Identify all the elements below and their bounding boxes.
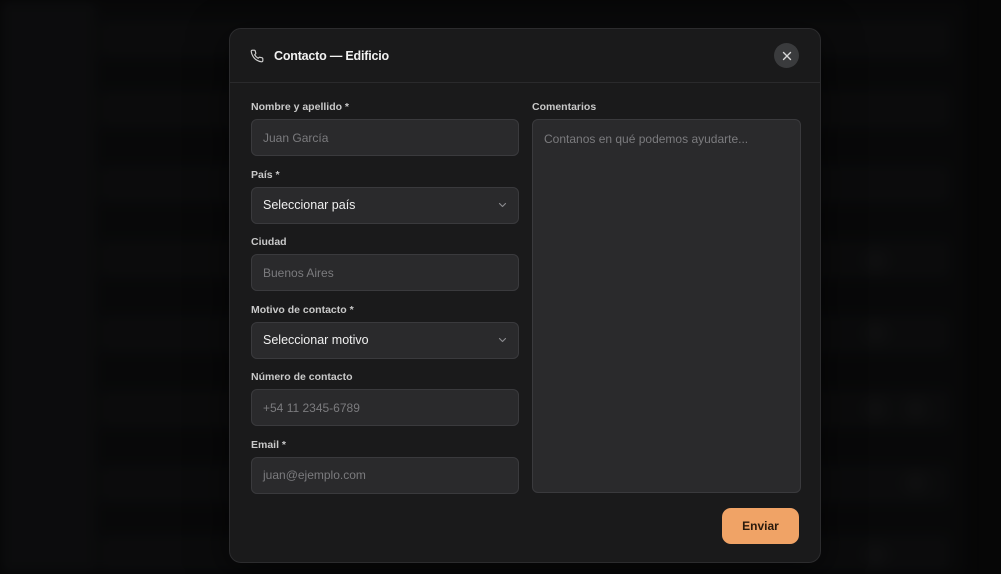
contact-form-left: Nombre y apellido * Juan García País * S… bbox=[251, 101, 519, 506]
modal-header: Contacto — Edificio bbox=[230, 29, 820, 83]
close-icon bbox=[782, 51, 791, 60]
city-field-group: Ciudad Buenos Aires bbox=[251, 236, 519, 304]
phone-label: Número de contacto bbox=[251, 371, 353, 383]
name-input[interactable]: Juan García bbox=[251, 119, 519, 156]
city-input[interactable]: Buenos Aires bbox=[251, 254, 519, 291]
country-select[interactable]: Seleccionar país bbox=[251, 186, 519, 224]
email-field-group: Email * juan@ejemplo.com bbox=[251, 439, 519, 507]
country-select-value: Seleccionar país bbox=[263, 198, 356, 212]
close-button[interactable] bbox=[774, 43, 799, 68]
comments-label: Comentarios bbox=[532, 101, 597, 113]
phone-input[interactable]: +54 11 2345-6789 bbox=[251, 389, 519, 426]
email-input[interactable]: juan@ejemplo.com bbox=[251, 456, 519, 494]
chevron-down-icon bbox=[498, 202, 507, 208]
name-label: Nombre y apellido * bbox=[251, 101, 350, 113]
comments-field-group: Comentarios Contanos en qué podemos ayud… bbox=[532, 101, 801, 493]
phone-icon bbox=[250, 48, 266, 64]
comments-textarea[interactable]: Contanos en qué podemos ayudarte... bbox=[532, 119, 801, 493]
reason-select-value: Seleccionar motivo bbox=[263, 333, 369, 347]
email-label: Email * bbox=[251, 438, 287, 451]
modal-title: Contacto — Edificio bbox=[274, 48, 389, 63]
phone-field-group: Número de contacto +54 11 2345-6789 bbox=[251, 371, 519, 439]
country-label: País * bbox=[251, 168, 280, 181]
reason-select[interactable]: Seleccionar motivo bbox=[251, 321, 519, 359]
contact-modal: Contacto — Edificio Nombre y apellido * … bbox=[229, 28, 821, 563]
city-label: Ciudad bbox=[251, 236, 287, 248]
name-field-group: Nombre y apellido * Juan García bbox=[251, 101, 519, 169]
reason-field-group: Motivo de contacto * Seleccionar motivo bbox=[251, 304, 519, 372]
chevron-down-icon bbox=[498, 337, 507, 343]
send-button[interactable]: Enviar bbox=[722, 508, 799, 544]
reason-label: Motivo de contacto * bbox=[251, 303, 354, 316]
country-field-group: País * Seleccionar país bbox=[251, 169, 519, 237]
